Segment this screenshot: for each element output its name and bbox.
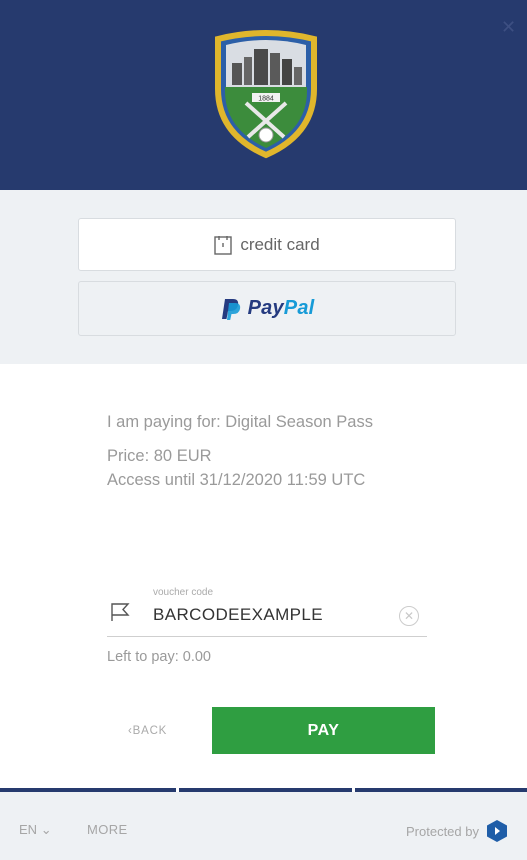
payment-method-panel: credit card PayPal [0, 190, 527, 364]
credit-card-label: credit card [240, 234, 320, 254]
voucher-input[interactable] [153, 605, 383, 625]
paypal-wordmark: PayPal [248, 297, 315, 320]
chevron-down-icon: ⌄ [40, 822, 52, 837]
order-summary: I am paying for: Digital Season Pass Pri… [107, 410, 407, 502]
language-value: EN [19, 822, 38, 837]
access-text: Access until 31/12/2020 11:59 UTC [107, 471, 366, 489]
left-to-pay-text: Left to pay: 0.00 [107, 649, 211, 665]
credit-card-button[interactable]: credit card [78, 218, 456, 271]
credit-card-icon [214, 235, 233, 255]
order-details: Price: 80 EUR Access until 31/12/2020 11:… [107, 444, 407, 492]
paying-for-text: I am paying for: Digital Season Pass [107, 413, 373, 431]
voucher-label: voucher code [153, 587, 214, 598]
voucher-field[interactable]: voucher code ✕ [107, 585, 427, 637]
protected-by: Protected by [406, 819, 509, 843]
back-button[interactable]: ‹BACK [128, 725, 167, 737]
paypal-button[interactable]: PayPal [78, 281, 456, 336]
provider-logo-icon [487, 820, 507, 842]
language-selector[interactable]: EN ⌄ [19, 822, 52, 838]
close-icon[interactable]: ✕ [501, 18, 519, 36]
footer: EN ⌄ MORE Protected by [0, 792, 527, 860]
protected-label: Protected by [406, 823, 479, 839]
header-banner: ✕ 1884 [0, 0, 527, 190]
paypal-pay-text: Pay [247, 297, 284, 319]
paypal-icon [221, 298, 240, 320]
crest-year: 1884 [258, 96, 274, 103]
paypal-pal-text: Pal [283, 297, 315, 319]
more-link[interactable]: MORE [87, 822, 128, 837]
clear-voucher-icon[interactable]: ✕ [399, 606, 419, 626]
flag-icon [111, 603, 130, 621]
club-crest-logo: 1884 [215, 30, 317, 159]
pay-button[interactable]: PAY [212, 707, 435, 754]
back-label: BACK [132, 725, 168, 737]
price-text: Price: 80 EUR [107, 447, 212, 465]
